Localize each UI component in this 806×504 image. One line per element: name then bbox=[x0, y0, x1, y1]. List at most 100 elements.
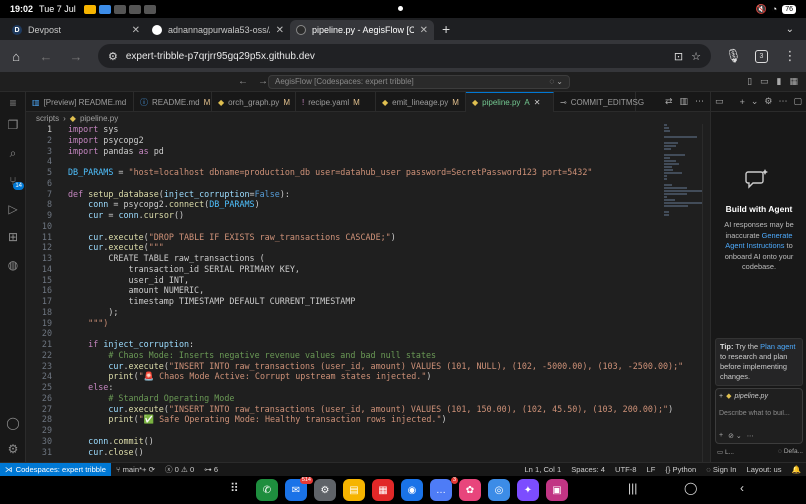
chat-app-icon[interactable]: ◉ bbox=[401, 479, 423, 501]
compare-icon[interactable]: ⇄ bbox=[665, 96, 673, 107]
toggle-secondary-sidebar-icon[interactable]: ▮ bbox=[777, 76, 782, 87]
address-bar[interactable]: ⚙ expert-tribble-p7qrjrr95gq29p5x.github… bbox=[98, 44, 711, 68]
messages-app-icon[interactable]: ✉ 514 bbox=[285, 477, 313, 501]
settings-gear-icon[interactable]: ⚙ bbox=[764, 96, 772, 107]
tab-count-button[interactable]: 3 bbox=[755, 49, 768, 63]
code-line[interactable]: 22 # Chaos Mode: Inserts negative revenu… bbox=[26, 350, 666, 361]
encoding[interactable]: UTF-8 bbox=[610, 465, 642, 474]
agent-mode-selector[interactable]: ▭ L... bbox=[717, 448, 734, 456]
notifications-bell-icon[interactable]: 🔔 bbox=[787, 465, 806, 474]
account-icon[interactable]: ◯ bbox=[0, 412, 26, 434]
editor-tab-orch-graph[interactable]: ◆ orch_graph.py M bbox=[212, 92, 296, 112]
app-drawer-icon[interactable]: ⠿ bbox=[230, 481, 239, 495]
code-line[interactable]: 19 """) bbox=[26, 318, 666, 329]
close-icon[interactable]: ✕ bbox=[132, 25, 140, 36]
chat-history-icon[interactable]: ▭ bbox=[715, 96, 724, 107]
code-editor[interactable]: 1 import sys 2 import psycopg2 3 import panda… bbox=[26, 124, 710, 462]
bookmark-star-icon[interactable]: ☆ bbox=[691, 50, 701, 63]
home-icon[interactable]: ⌂ bbox=[8, 49, 24, 64]
browser-tab-pipeline[interactable]: pipeline.py - AegisFlow [Co... ✕ bbox=[290, 20, 434, 40]
home-button-icon[interactable]: ◯ bbox=[684, 481, 697, 495]
tab-search-chevron-icon[interactable]: ⌄ bbox=[774, 24, 806, 40]
code-line[interactable]: 27 cur.execute("INSERT INTO raw_transact… bbox=[26, 404, 673, 415]
toggle-primary-sidebar-icon[interactable]: ▯ bbox=[747, 76, 752, 87]
keyboard-layout[interactable]: Layout: us bbox=[741, 465, 786, 474]
language-mode[interactable]: {} Python bbox=[660, 465, 701, 474]
gallery-app-icon[interactable]: ▣ bbox=[546, 479, 568, 501]
split-editor-icon[interactable]: ▥ bbox=[679, 96, 688, 107]
back-icon[interactable]: ← bbox=[38, 49, 54, 64]
site-info-icon[interactable]: ⚙ bbox=[108, 50, 118, 63]
code-line[interactable]: 3 import pandas as pd bbox=[26, 146, 666, 157]
minimap[interactable] bbox=[664, 124, 702, 216]
phone-app-icon[interactable]: ✆ bbox=[256, 479, 278, 501]
code-line[interactable]: 15 user_id INT, bbox=[26, 275, 666, 286]
browser-tab-github[interactable]: adnannagpurwala53-oss/A... ✕ bbox=[146, 20, 290, 40]
line-ending[interactable]: LF bbox=[641, 465, 660, 474]
editor-tab-recipe[interactable]: ! recipe.yaml M bbox=[296, 92, 376, 112]
breadcrumb-folder[interactable]: scripts bbox=[36, 114, 59, 123]
code-line[interactable]: 17 timestamp TIMESTAMP DEFAULT CURRENT_T… bbox=[26, 296, 666, 307]
plan-agent-link[interactable]: Plan agent bbox=[760, 342, 795, 351]
explorer-icon[interactable]: ❐ bbox=[0, 114, 26, 136]
chevron-down-icon[interactable]: ⌄ bbox=[751, 96, 759, 107]
remote-indicator[interactable]: ⋊ Codespaces: expert tribble bbox=[0, 462, 111, 477]
code-line[interactable]: 20 bbox=[26, 328, 666, 339]
forward-icon[interactable]: → bbox=[258, 76, 268, 87]
menu-kebab-icon[interactable]: ⋮ bbox=[782, 48, 798, 64]
toggle-panel-icon[interactable]: ▭ bbox=[760, 76, 769, 87]
code-line[interactable]: 5 DB_PARAMS = "host=localhost dbname=prod… bbox=[26, 167, 666, 178]
code-line[interactable]: 28 print("✅ Safe Operating Mode: Healthy… bbox=[26, 414, 666, 425]
browser-tab-devpost[interactable]: D Devpost ✕ bbox=[6, 20, 146, 40]
search-icon[interactable]: ⌕ bbox=[0, 142, 26, 164]
settings-app-icon[interactable]: ⚙ bbox=[314, 479, 336, 501]
code-line[interactable]: 9 cur = conn.cursor() bbox=[26, 210, 666, 221]
editor-tab-readme[interactable]: ⓘ README.md M bbox=[134, 92, 212, 112]
back-icon[interactable]: ← bbox=[238, 76, 248, 87]
code-line[interactable]: 16 amount NUMERIC, bbox=[26, 285, 666, 296]
editor-tab-readme-preview[interactable]: ▥ [Preview] README.md bbox=[26, 92, 134, 112]
back-nav-icon[interactable]: ‹ bbox=[740, 481, 744, 495]
code-line[interactable]: 21 if inject_corruption: bbox=[26, 339, 666, 350]
photos-app-icon[interactable]: ✿ bbox=[459, 479, 481, 501]
code-line[interactable]: 30 conn.commit() bbox=[26, 436, 666, 447]
messenger-app-icon[interactable]: … 3 bbox=[430, 477, 458, 501]
code-line[interactable]: 25 else: bbox=[26, 382, 666, 393]
code-line[interactable]: 6 bbox=[26, 178, 666, 189]
problems-indicator[interactable]: ⓧ 0 ⚠ 0 bbox=[160, 464, 199, 475]
add-context-icon[interactable]: + bbox=[719, 393, 723, 400]
menu-icon[interactable]: ≡ bbox=[0, 92, 26, 114]
close-icon[interactable]: ✕ bbox=[276, 25, 284, 36]
close-icon[interactable]: ✕ bbox=[420, 25, 428, 36]
recents-icon[interactable]: ||| bbox=[628, 481, 637, 495]
model-selector[interactable]: ◌ Defa... bbox=[778, 448, 803, 456]
code-line[interactable]: 4 bbox=[26, 156, 666, 167]
code-line[interactable]: 29 bbox=[26, 425, 666, 436]
sign-in[interactable]: ◌ Sign In bbox=[701, 465, 741, 474]
extensions-icon[interactable]: ⊞ bbox=[0, 226, 26, 248]
install-app-icon[interactable]: ⊡ bbox=[674, 50, 683, 63]
github-icon[interactable]: ◍ bbox=[0, 254, 26, 276]
code-line[interactable]: 2 import psycopg2 bbox=[26, 135, 666, 146]
code-line[interactable]: 11 cur.execute("DROP TABLE IF EXISTS raw… bbox=[26, 232, 666, 243]
editor-tab-pipeline[interactable]: ◆ pipeline.py A ✕ bbox=[466, 92, 554, 112]
mode-icon[interactable]: ⊘ ⌄ bbox=[728, 432, 742, 440]
code-line[interactable]: 24 print("🚨 Chaos Mode Active: Corrupt u… bbox=[26, 371, 666, 382]
code-line[interactable]: 1 import sys bbox=[26, 124, 666, 135]
indentation[interactable]: Spaces: 4 bbox=[566, 465, 610, 474]
source-control-icon[interactable]: ⑂ 14 bbox=[0, 170, 26, 192]
editor-scrollbar[interactable] bbox=[702, 124, 710, 462]
chat-input[interactable]: + ◆ pipeline.py Describe what to buil...… bbox=[715, 388, 803, 444]
code-line[interactable]: 26 # Standard Operating Mode bbox=[26, 393, 666, 404]
files-app-icon[interactable]: ▤ bbox=[343, 479, 365, 501]
breadcrumb-file[interactable]: pipeline.py bbox=[80, 114, 118, 123]
context-chip[interactable]: + ◆ pipeline.py bbox=[719, 392, 799, 401]
chrome-app-icon[interactable]: ◎ bbox=[488, 479, 510, 501]
code-line[interactable]: 7 def setup_database(inject_corruption=Fa… bbox=[26, 189, 666, 200]
code-line[interactable]: 14 transaction_id SERIAL PRIMARY KEY, bbox=[26, 264, 666, 275]
cursor-position[interactable]: Ln 1, Col 1 bbox=[519, 465, 566, 474]
ports-indicator[interactable]: ⊶ 6 bbox=[199, 465, 223, 474]
manage-gear-icon[interactable]: ⚙ bbox=[0, 438, 26, 460]
attach-icon[interactable]: + bbox=[719, 432, 723, 440]
new-tab-button[interactable]: + bbox=[434, 21, 458, 40]
